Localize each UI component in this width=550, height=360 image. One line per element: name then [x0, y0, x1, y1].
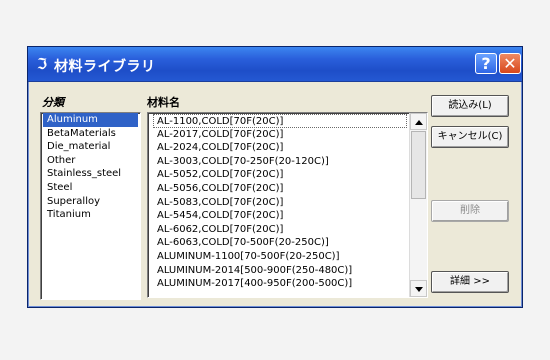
category-listbox[interactable]: Aluminum BetaMaterials Die_material Othe…: [40, 112, 141, 300]
material-item[interactable]: AL-1100,COLD[70F(20C)]: [153, 114, 407, 128]
category-item-die-material[interactable]: Die_material: [43, 140, 138, 154]
app-icon: ℑ: [36, 55, 48, 73]
close-icon: ✕: [503, 54, 517, 73]
category-item-aluminum[interactable]: Aluminum: [43, 113, 138, 127]
window-title: 材料ライブラリ: [54, 59, 156, 75]
material-item[interactable]: AL-5056,COLD[70F(20C)]: [153, 182, 407, 196]
cancel-button[interactable]: キャンセル(C): [431, 126, 509, 148]
material-scrollbar[interactable]: [409, 113, 427, 297]
load-button[interactable]: 読込み(L): [431, 95, 509, 117]
material-item[interactable]: AL-6063,COLD[70-500F(20-250C)]: [153, 236, 407, 250]
category-item-stainless-steel[interactable]: Stainless_steel: [43, 167, 138, 181]
material-item[interactable]: ALUMINUM-2017[400-950F(200-500C)]: [153, 277, 407, 291]
material-item[interactable]: AL-5454,COLD[70F(20C)]: [153, 209, 407, 223]
close-button[interactable]: ✕: [499, 53, 521, 74]
material-item[interactable]: AL-6062,COLD[70F(20C)]: [153, 223, 407, 237]
scroll-thumb[interactable]: [411, 131, 426, 199]
material-item[interactable]: AL-2017,COLD[70F(20C)]: [153, 128, 407, 142]
category-item-steel[interactable]: Steel: [43, 181, 138, 195]
material-item[interactable]: AL-5052,COLD[70F(20C)]: [153, 168, 407, 182]
help-button[interactable]: ?: [475, 53, 497, 74]
material-item[interactable]: AL-2024,COLD[70F(20C)]: [153, 141, 407, 155]
material-listbox[interactable]: AL-1100,COLD[70F(20C)] AL-2017,COLD[70F(…: [147, 112, 428, 298]
material-item[interactable]: ALUMINUM-2014[500-900F(250-480C)]: [153, 264, 407, 278]
scroll-up-button[interactable]: [410, 113, 427, 130]
material-name-label: 材料名: [147, 96, 180, 109]
category-item-titanium[interactable]: Titanium: [43, 208, 138, 222]
help-icon: ?: [481, 54, 491, 73]
category-item-betamaterials[interactable]: BetaMaterials: [43, 127, 138, 141]
material-item[interactable]: ALUMINUM-1100[70-500F(20-250C)]: [153, 250, 407, 264]
material-library-window: ℑ 材料ライブラリ ? ✕ 分類 材料名 Aluminum BetaMateri…: [27, 46, 523, 308]
details-button[interactable]: 詳細 >>: [431, 271, 509, 293]
material-item[interactable]: AL-5083,COLD[70F(20C)]: [153, 196, 407, 210]
arrow-up-icon: [415, 120, 423, 125]
category-item-superalloy[interactable]: Superalloy: [43, 195, 138, 209]
arrow-down-icon: [415, 287, 423, 292]
scroll-down-button[interactable]: [410, 280, 427, 297]
delete-button[interactable]: 削除: [431, 200, 509, 222]
material-items: AL-1100,COLD[70F(20C)] AL-2017,COLD[70F(…: [153, 114, 407, 297]
title-bar[interactable]: ℑ 材料ライブラリ ? ✕: [28, 47, 522, 82]
category-item-other[interactable]: Other: [43, 154, 138, 168]
material-item[interactable]: AL-3003,COLD[70-250F(20-120C)]: [153, 155, 407, 169]
category-label: 分類: [42, 96, 64, 109]
